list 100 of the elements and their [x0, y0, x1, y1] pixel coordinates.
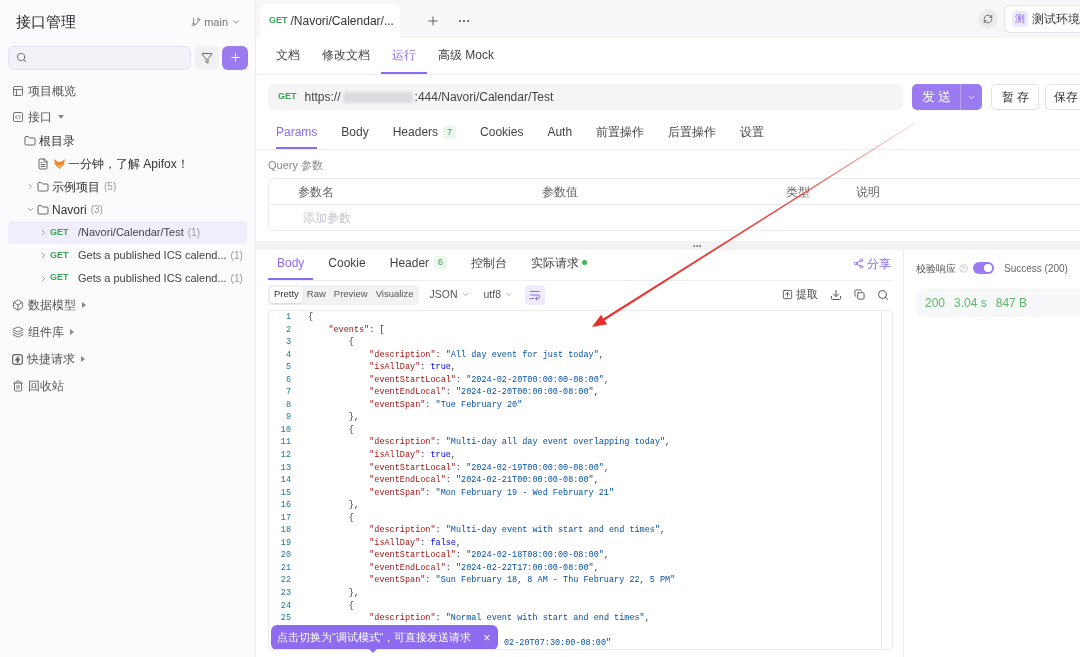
wrap-toggle[interactable]	[525, 284, 545, 305]
column-header: 参数名	[298, 183, 334, 201]
document-icon	[37, 158, 49, 171]
doc-item[interactable]: 一分钟，了解 Apifox！	[8, 152, 247, 176]
nav-item[interactable]: 项目概览	[0, 78, 255, 104]
request-tab[interactable]: GET /Navori/Calendar/...	[260, 4, 400, 38]
code-line: "eventStartLocal": "2024-02-19T00:00:00-08:00",	[368, 461, 609, 475]
code-line: "eventSpan": "Mon February 19 - Wed February 21"	[368, 486, 615, 500]
environment-selector[interactable]: 测 测试环境	[1004, 5, 1080, 33]
chevron-down-icon	[504, 290, 513, 299]
code-line: "eventSpan": "Tue February 20"	[368, 398, 523, 412]
code-line: "eventEndLocal": "2024-02-21T00:00:00-08:00",	[368, 474, 599, 487]
fox-icon	[54, 159, 65, 170]
response-size: 847 B	[995, 295, 1028, 312]
search-icon[interactable]	[877, 288, 889, 301]
plus-icon	[228, 51, 242, 64]
column-header: 参数值	[542, 183, 578, 201]
copy-icon[interactable]	[854, 289, 865, 300]
code-line: {	[347, 423, 354, 437]
format-option[interactable]: Raw	[302, 286, 330, 303]
code-line: "eventStartLocal": "2024-02-18T08:00:00-08:00",	[368, 549, 609, 562]
response-tab[interactable]: Cookie	[319, 250, 375, 280]
format-option[interactable]: Visualize	[371, 286, 418, 303]
chevron-right-icon[interactable]	[26, 182, 35, 192]
code-line: "isAllDay": true,	[368, 449, 456, 462]
format-option[interactable]: Pretty	[270, 286, 303, 303]
line-number: 11	[279, 436, 291, 449]
nav-item[interactable]: 快捷请求	[0, 345, 255, 373]
param-tab[interactable]: Cookies	[480, 117, 524, 149]
line-number: 6	[284, 373, 291, 387]
line-number: 8	[284, 398, 291, 412]
param-tab[interactable]: 前置操作	[596, 117, 645, 149]
chevron-right-icon[interactable]	[39, 250, 48, 260]
param-tab[interactable]: Params	[276, 117, 318, 149]
sidebar-title: 接口管理	[16, 11, 76, 32]
line-number: 23	[279, 587, 291, 600]
line-number: 5	[284, 361, 291, 374]
filter-button[interactable]	[195, 45, 219, 70]
param-tab[interactable]: Body	[341, 117, 369, 149]
count-badge: 7	[443, 125, 457, 139]
code-line: "description": "Multi-day all day event overlapping today",	[368, 436, 671, 449]
endpoint-item[interactable]: GET /Navori/Calendar/Test (1)	[8, 221, 247, 244]
nav-item[interactable]: 回收站	[0, 372, 255, 400]
view-tab[interactable]: 运行	[381, 38, 427, 74]
line-number: 15	[279, 486, 291, 500]
view-tab[interactable]: 文档	[265, 38, 311, 74]
chevron-right-icon[interactable]	[39, 273, 48, 283]
search-field[interactable]	[8, 45, 191, 70]
send-options-button[interactable]	[961, 84, 982, 110]
view-tab[interactable]: 修改文档	[311, 38, 381, 74]
folder-item[interactable]: Navori (3)	[8, 198, 247, 222]
line-number: 2	[284, 323, 291, 337]
add-button[interactable]	[222, 45, 248, 70]
param-tab[interactable]: Headers 7	[392, 117, 457, 149]
format-option[interactable]: Preview	[329, 286, 372, 303]
close-button[interactable]: ×	[483, 631, 491, 644]
language-dropdown[interactable]: JSON	[429, 286, 470, 303]
chevron-down-icon	[460, 290, 470, 299]
encoding-dropdown[interactable]: utf8	[483, 286, 513, 303]
code-line: {	[347, 599, 354, 613]
new-tab-icon[interactable]	[426, 14, 440, 28]
code-square-icon	[12, 111, 24, 123]
endpoint-item[interactable]: GET Gets a published ICS calend... (1)	[8, 266, 247, 290]
folder-item[interactable]: 示例项目 (5)	[8, 175, 247, 199]
code-line: "eventStartLocal": "2024-02-20T00:00:00-08:00",	[368, 373, 609, 387]
validation-toggle[interactable]	[973, 262, 994, 274]
chevron-right-icon[interactable]	[39, 228, 48, 238]
param-tab[interactable]: Auth	[547, 117, 573, 149]
refresh-button[interactable]	[978, 9, 998, 29]
endpoint-item[interactable]: GET Gets a published ICS calend... (1)	[8, 244, 247, 267]
response-tab[interactable]: 实际请求	[522, 250, 597, 280]
branch-selector[interactable]: main	[191, 13, 241, 31]
cube-icon	[12, 299, 24, 312]
line-number: 9	[284, 411, 291, 424]
nav-item[interactable]: 组件库	[0, 318, 255, 346]
layout-icon	[12, 85, 24, 97]
save-button[interactable]: 保存	[1045, 84, 1080, 110]
nav-item[interactable]: 接口	[0, 104, 255, 130]
code-line: {	[308, 311, 314, 324]
url-field[interactable]: GET https:// :444/Navori/Calendar/Test	[268, 84, 903, 110]
folder-item[interactable]: 根目录	[8, 130, 247, 153]
line-number: 25	[279, 612, 291, 625]
share-button[interactable]: 分享	[853, 250, 893, 280]
draft-button[interactable]: 暂存	[991, 84, 1039, 110]
download-icon[interactable]	[830, 288, 842, 301]
chevron-down-icon	[231, 17, 241, 27]
code-line: },	[347, 411, 359, 424]
line-number: 7	[284, 386, 291, 399]
response-tab[interactable]: 控制台	[462, 250, 517, 280]
view-tab[interactable]: 高级 Mock	[427, 38, 505, 74]
response-tab[interactable]: Body	[268, 250, 314, 280]
toast-message: 点击切换为“调试模式”，可直接发送请求	[277, 630, 472, 646]
extract-button[interactable]: 提取	[782, 286, 818, 303]
param-tab[interactable]: 设置	[740, 117, 765, 149]
response-tab[interactable]: Header 6	[380, 250, 457, 280]
code-line: "eventSpan": "Sun February 18, 8 AM - Thu February 22, 5 PM"	[368, 574, 676, 588]
line-number: 19	[279, 536, 291, 550]
nav-item[interactable]: 数据模型	[0, 291, 255, 319]
param-tab[interactable]: 后置操作	[668, 117, 717, 149]
wrap-text-icon	[529, 288, 541, 301]
